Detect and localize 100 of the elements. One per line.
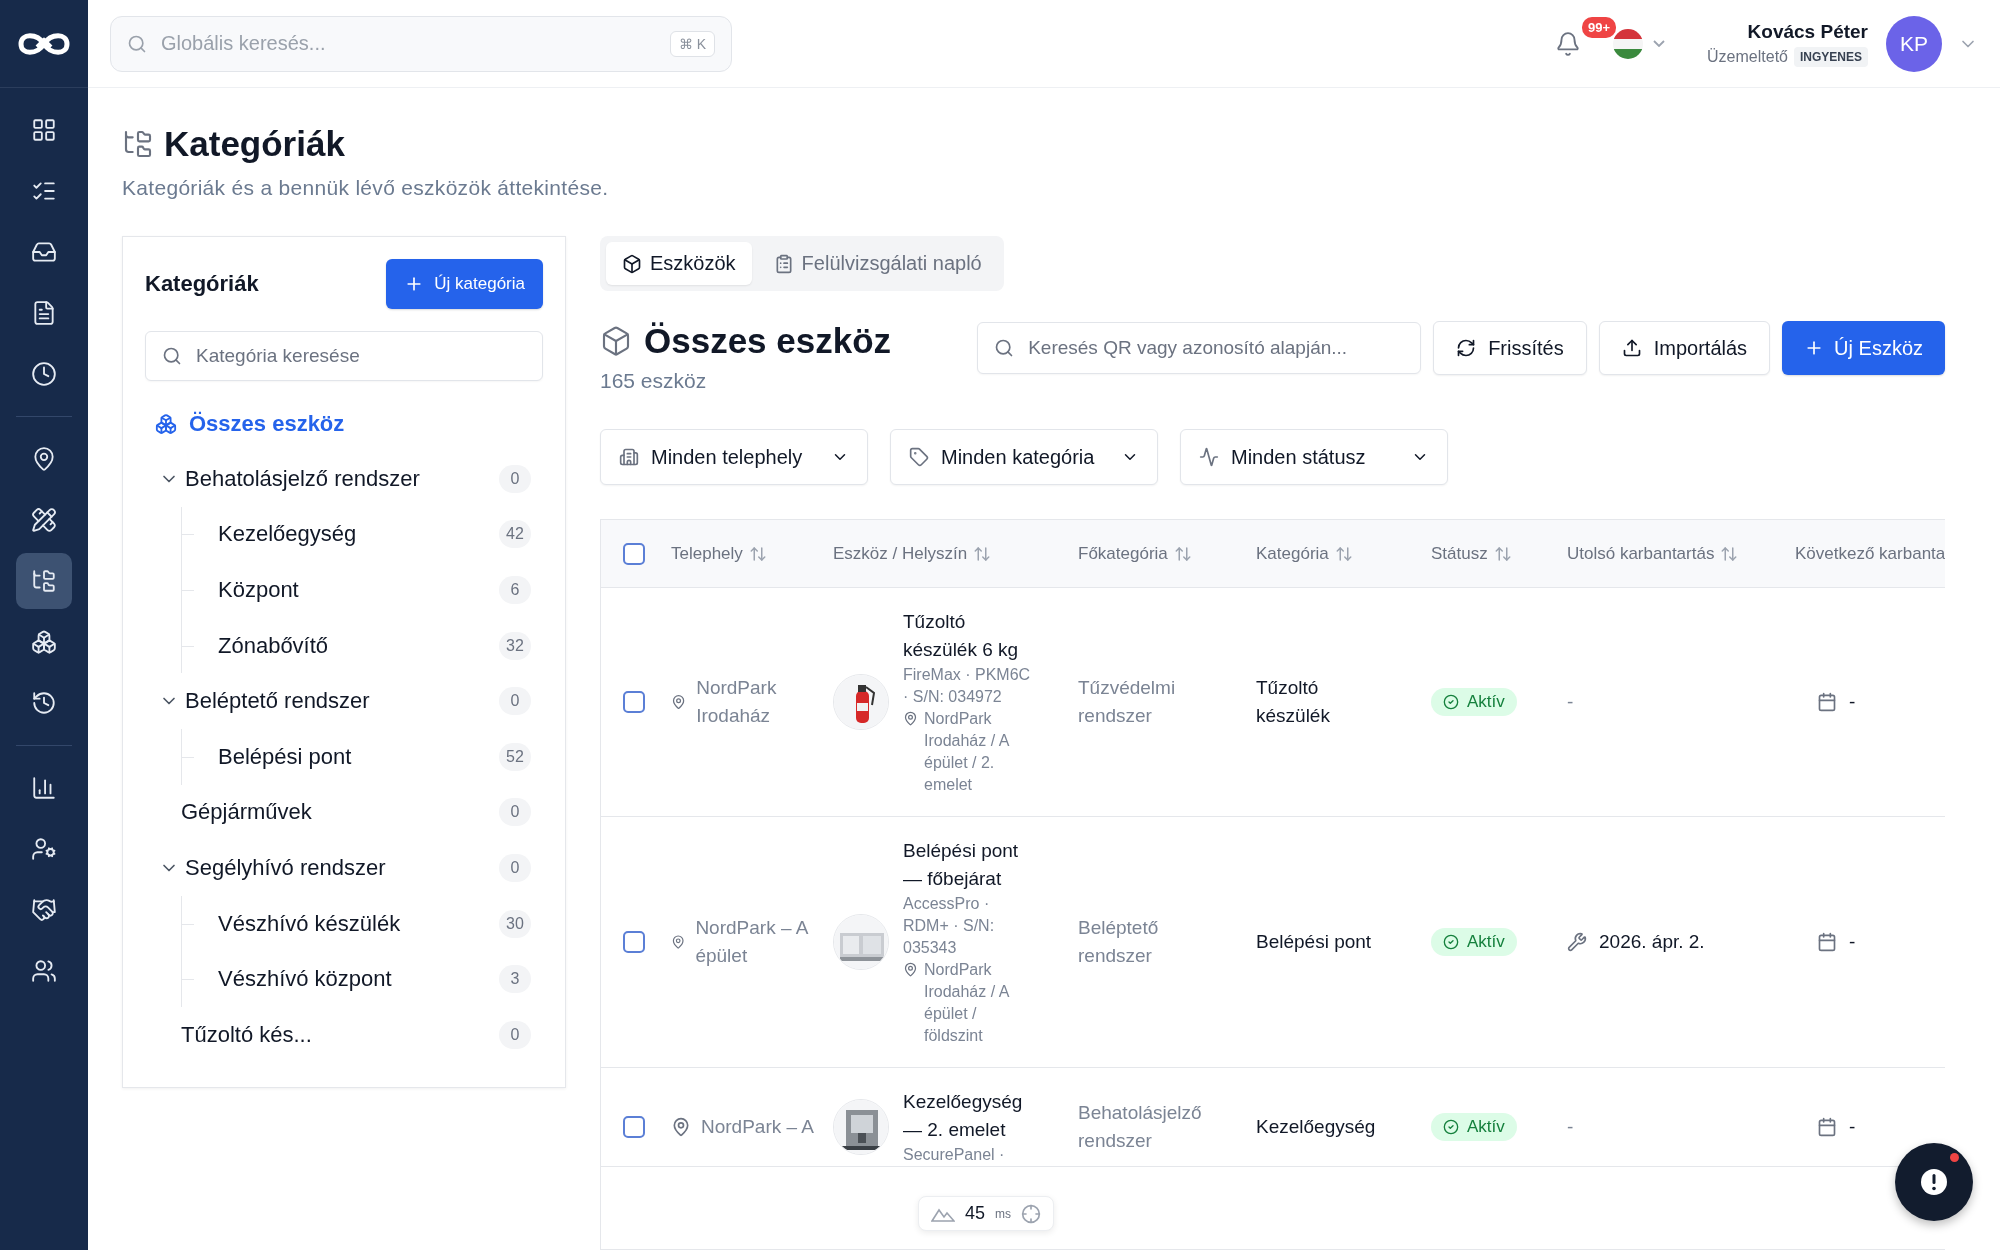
last-maintenance-cell-text: - xyxy=(1567,1115,1574,1139)
column-header[interactable]: Telephely xyxy=(671,543,833,564)
main-category-cell-text: Beléptető rendszer xyxy=(1078,916,1160,968)
boxes-icon xyxy=(155,413,177,435)
category-item[interactable]: Központ xyxy=(218,577,499,603)
new-category-button[interactable]: Új kategória xyxy=(386,259,543,309)
upload-icon xyxy=(1621,338,1642,358)
history-icon xyxy=(31,690,57,716)
count-badge: 3 xyxy=(499,965,531,994)
all-assets-item[interactable]: Összes eszköz xyxy=(155,411,543,437)
column-header[interactable]: Következő karbanta xyxy=(1795,543,1945,564)
select-all-checkbox[interactable] xyxy=(623,542,645,565)
category-cell-text: Belépési pont xyxy=(1256,930,1373,954)
plan-badge: INGYENES xyxy=(1794,46,1868,67)
site-cell-text: NordPark – A épület xyxy=(695,916,809,968)
sort-icon xyxy=(748,544,767,563)
category-item[interactable]: Zónabővítő xyxy=(218,632,499,659)
category-item[interactable]: Vészhívó központ xyxy=(218,966,499,993)
cube-icon xyxy=(622,253,642,274)
category-item[interactable]: Kezelőegység xyxy=(218,521,499,548)
column-header[interactable]: Utolsó karbantartás xyxy=(1567,543,1795,564)
flag-icon xyxy=(1613,28,1644,59)
document-icon xyxy=(31,300,57,326)
action-button[interactable]: Új Eszköz xyxy=(1782,321,1945,375)
category-search-input[interactable]: Kategória keresése xyxy=(194,332,526,380)
main-category-cell-text: Tűzvédelmi rendszer xyxy=(1078,676,1177,728)
calendar-icon xyxy=(1817,692,1837,712)
asset-search-field[interactable]: Keresés QR vagy azonosító alapján... xyxy=(977,322,1422,374)
next-maintenance-cell-text: - xyxy=(1849,690,1856,714)
dashboard-icon xyxy=(31,117,57,143)
asset-name[interactable]: Kezelőegység — 2. emelet xyxy=(903,1088,1037,1144)
asset-location: NordPark Irodaház / A épület / 2. emelet xyxy=(924,709,1011,795)
category-item[interactable]: Tűzoltó kés... xyxy=(159,1021,499,1048)
status-badge: Aktív xyxy=(1431,1113,1517,1141)
category-cell-text: Kezelőegység xyxy=(1256,1115,1377,1139)
notification-dot xyxy=(1950,1153,1959,1162)
section-title: Összes eszköz xyxy=(600,321,978,361)
shortcut-hint: ⌘ K xyxy=(669,30,715,57)
column-header[interactable]: Kategória xyxy=(1256,543,1431,564)
action-button[interactable]: Frissítés xyxy=(1433,321,1587,375)
tab[interactable]: Felülvizsgálati napló xyxy=(757,242,998,285)
count-badge: 0 xyxy=(499,687,531,716)
filter-dropdown[interactable]: Minden telephely xyxy=(600,429,868,485)
global-search-input[interactable]: Globális keresés... xyxy=(159,16,658,71)
user-role: Üzemeltető xyxy=(1707,47,1788,66)
cube-icon xyxy=(600,325,632,357)
asset-detail: AccessPro · RDM+ · S/N: 035343 xyxy=(903,894,996,958)
ruler-pencil-icon xyxy=(31,507,57,533)
sort-icon xyxy=(1720,544,1739,563)
row-checkbox[interactable] xyxy=(623,1116,645,1138)
timing-value: 45 xyxy=(965,1203,986,1224)
map-pin-icon xyxy=(31,446,57,472)
search-icon xyxy=(127,33,147,54)
count-badge: 0 xyxy=(499,798,531,827)
category-search-field[interactable]: Kategória keresése xyxy=(145,331,543,381)
timing-unit: ms xyxy=(995,1206,1012,1221)
asset-name[interactable]: Belépési pont — főbejárat xyxy=(903,837,1037,893)
asset-count: 165 eszköz xyxy=(600,369,708,393)
category-item[interactable]: Behatolásjelző rendszer xyxy=(159,465,499,492)
column-header[interactable]: Főkategória xyxy=(1078,543,1256,564)
map-pin-icon xyxy=(671,692,687,712)
asset-search-input[interactable]: Keresés QR vagy azonosító alapján... xyxy=(1026,323,1405,373)
status-badge: Aktív xyxy=(1431,688,1517,716)
last-maintenance-cell-text: - xyxy=(1567,690,1574,714)
tab[interactable]: Eszközök xyxy=(606,242,752,285)
asset-name[interactable]: Tűzoltó készülék 6 kg xyxy=(903,608,1037,664)
filter-dropdown[interactable]: Minden kategória xyxy=(890,429,1158,485)
status-badge: Aktív xyxy=(1431,928,1517,956)
count-badge: 0 xyxy=(499,1020,531,1049)
user-avatar[interactable]: KP xyxy=(1886,15,1942,72)
nav-button[interactable] xyxy=(16,553,72,609)
refresh-icon xyxy=(1456,338,1477,358)
notification-button[interactable] xyxy=(1555,30,1582,57)
category-item[interactable]: Vészhívó készülék xyxy=(218,910,499,937)
sort-icon xyxy=(973,544,992,563)
action-button[interactable]: Importálás xyxy=(1598,321,1771,375)
count-badge: 52 xyxy=(499,742,531,771)
clock-icon xyxy=(31,361,57,387)
category-cell-text: Tűzoltó készülék xyxy=(1256,676,1331,728)
count-badge: 0 xyxy=(499,853,531,882)
sort-icon xyxy=(1173,544,1192,563)
panel-title: Kategóriák xyxy=(145,271,259,297)
filter-dropdown[interactable]: Minden státusz xyxy=(1180,429,1448,485)
category-item[interactable]: Beléptető rendszer xyxy=(159,688,499,715)
user-gear-icon xyxy=(31,836,57,862)
help-button[interactable] xyxy=(1895,1143,1973,1221)
column-header[interactable]: Státusz xyxy=(1431,543,1567,564)
users-icon xyxy=(31,958,57,984)
column-header[interactable]: Eszköz / Helyszín xyxy=(833,543,1078,564)
row-checkbox[interactable] xyxy=(623,931,645,953)
asset-detail: FireMax · PKM6C · S/N: 034972 xyxy=(903,665,1032,707)
inbox-icon xyxy=(31,239,57,265)
asset-detail: SecurePanel · xyxy=(903,1145,1006,1165)
category-item[interactable]: Segélyhívó rendszer xyxy=(159,854,499,881)
boxes-icon xyxy=(31,629,57,655)
category-item[interactable]: Belépési pont xyxy=(218,743,499,770)
row-checkbox[interactable] xyxy=(623,691,645,713)
category-item[interactable]: Gépjárművek xyxy=(159,799,499,826)
count-badge: 6 xyxy=(499,576,531,604)
sort-icon xyxy=(1493,544,1512,563)
